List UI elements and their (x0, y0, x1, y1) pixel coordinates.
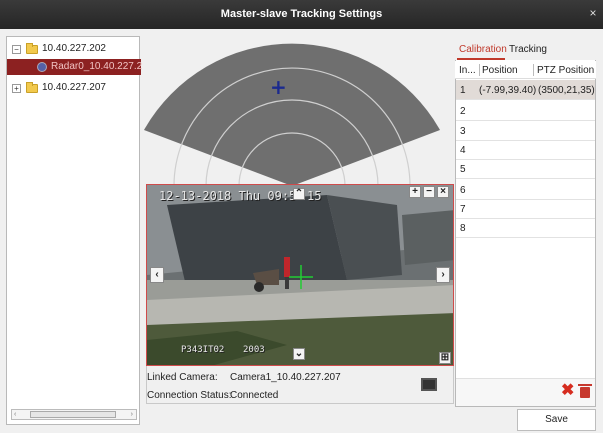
video-scene (147, 185, 453, 365)
row-index: 2 (460, 106, 466, 117)
row-ptz-position: (3500,21,35) (538, 85, 595, 96)
folder-icon (26, 43, 38, 54)
linked-camera-label: Linked Camera: (147, 372, 218, 383)
column-header-index[interactable]: In... (459, 65, 476, 76)
row-index: 3 (460, 126, 466, 137)
tab-tracking[interactable]: Tracking (509, 44, 547, 55)
scrollbar-thumb[interactable] (30, 411, 116, 418)
osd-seconds: 15 (307, 189, 322, 203)
collapse-icon[interactable]: − (12, 45, 21, 54)
monitor-icon[interactable] (421, 378, 437, 391)
expand-icon[interactable]: + (12, 84, 21, 93)
device-tree: − 10.40.227.202 Radar0_10.40.227.2 + 10.… (6, 36, 143, 425)
column-header-position[interactable]: Position (482, 65, 518, 76)
table-row[interactable]: 7 (456, 199, 595, 219)
scroll-right-icon[interactable]: › (131, 410, 133, 419)
table-header: In... Position PTZ Position (455, 61, 596, 79)
pan-left-icon[interactable]: ‹ (150, 267, 164, 283)
row-index: 7 (460, 204, 466, 215)
radar-sector-view[interactable]: + (144, 36, 440, 186)
tree-node-group-2[interactable]: + 10.40.227.207 (7, 80, 141, 96)
scroll-left-icon[interactable]: ‹ (14, 410, 16, 419)
pan-up-icon[interactable]: ⌃ (293, 188, 305, 200)
row-index: 8 (460, 223, 466, 234)
osd-datetime: 12-13-2018 Thu 09:5 (159, 189, 297, 203)
tree-node-group-1[interactable]: − 10.40.227.202 (7, 41, 141, 57)
pan-down-icon[interactable]: ⌄ (293, 348, 305, 360)
save-button[interactable]: Save (517, 409, 596, 431)
table-footer: ✖ (456, 378, 595, 406)
table-row[interactable]: 1 (-7.99,39.40) (3500,21,35) (456, 80, 595, 100)
row-index: 5 (460, 164, 466, 175)
video-preview[interactable]: 12-13-2018 Thu 09:5 15 P343IT02 2003 + −… (146, 184, 454, 366)
row-index: 4 (460, 145, 466, 156)
tree-node-label: 10.40.227.202 (42, 43, 106, 54)
radar-sector (144, 43, 440, 186)
table-row[interactable]: 8 (456, 218, 595, 238)
connection-status-value: Connected (230, 390, 279, 401)
osd-camera-name: P343IT02 (181, 345, 225, 355)
column-header-ptz-position[interactable]: PTZ Position (537, 65, 594, 76)
table-row[interactable]: 3 (456, 121, 595, 141)
title-bar: Master-slave Tracking Settings × (0, 0, 603, 29)
tracking-settings-window: Master-slave Tracking Settings × − 10.40… (0, 0, 603, 433)
window-title: Master-slave Tracking Settings (220, 8, 383, 20)
close-icon[interactable]: × (587, 7, 599, 19)
column-divider (479, 64, 480, 76)
tree-horizontal-scrollbar[interactable]: ‹ › (11, 409, 137, 420)
fullscreen-icon[interactable]: ⊞ (439, 352, 451, 364)
radar-target-marker: + (270, 75, 287, 99)
row-position: (-7.99,39.40) (479, 85, 537, 96)
table-row[interactable]: 6 (456, 180, 595, 200)
zoom-out-icon[interactable]: − (423, 186, 435, 198)
table-row[interactable]: 2 (456, 101, 595, 121)
radar-icon (37, 62, 47, 72)
tree-node-radar[interactable]: Radar0_10.40.227.2 (7, 59, 143, 75)
column-divider (533, 64, 534, 76)
table-row[interactable]: 4 (456, 140, 595, 160)
link-info: Linked Camera: Camera1_10.40.227.207 Con… (146, 366, 454, 404)
zoom-in-icon[interactable]: + (409, 186, 421, 198)
linked-camera-value: Camera1_10.40.227.207 (230, 372, 341, 383)
osd-number: 2003 (243, 345, 265, 355)
folder-icon (26, 82, 38, 93)
table-row[interactable]: 5 (456, 159, 595, 179)
pan-right-icon[interactable]: › (436, 267, 450, 283)
panel-tabs: Calibration Tracking (455, 40, 596, 60)
row-index: 6 (460, 185, 466, 196)
tree-node-label: Radar0_10.40.227.2 (51, 61, 143, 72)
tree-node-label: 10.40.227.207 (42, 82, 106, 93)
close-preview-icon[interactable]: × (437, 186, 449, 198)
active-tab-indicator (457, 58, 505, 60)
connection-status-label: Connection Status: (147, 390, 232, 401)
trash-icon[interactable] (578, 384, 592, 398)
row-index: 1 (460, 85, 466, 96)
delete-icon[interactable]: ✖ (561, 383, 574, 399)
tab-calibration[interactable]: Calibration (459, 44, 507, 55)
